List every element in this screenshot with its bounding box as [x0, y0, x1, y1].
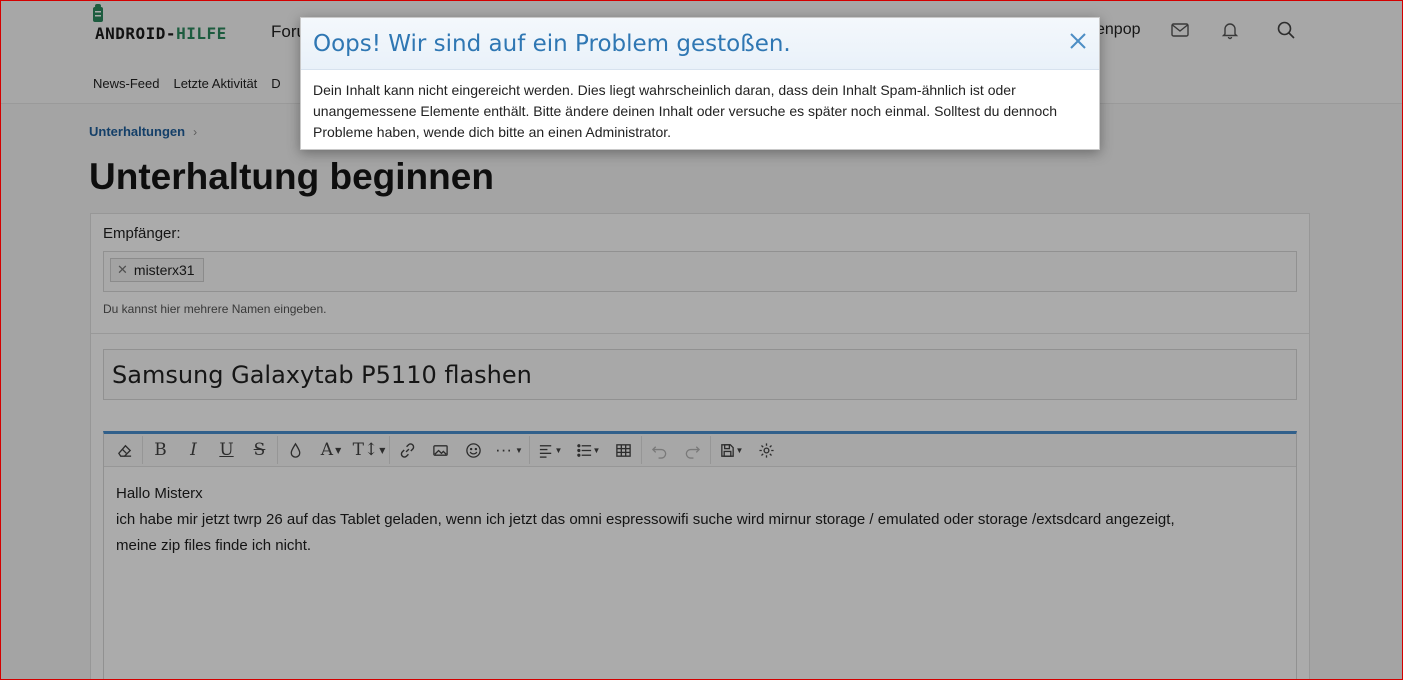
- error-dialog-header: Oops! Wir sind auf ein Problem gestoßen.: [301, 18, 1099, 70]
- close-icon[interactable]: [1067, 30, 1089, 52]
- error-dialog-message: Dein Inhalt kann nicht eingereicht werde…: [313, 82, 1058, 140]
- error-dialog: Oops! Wir sind auf ein Problem gestoßen.…: [300, 17, 1100, 150]
- error-dialog-title: Oops! Wir sind auf ein Problem gestoßen.: [313, 31, 791, 57]
